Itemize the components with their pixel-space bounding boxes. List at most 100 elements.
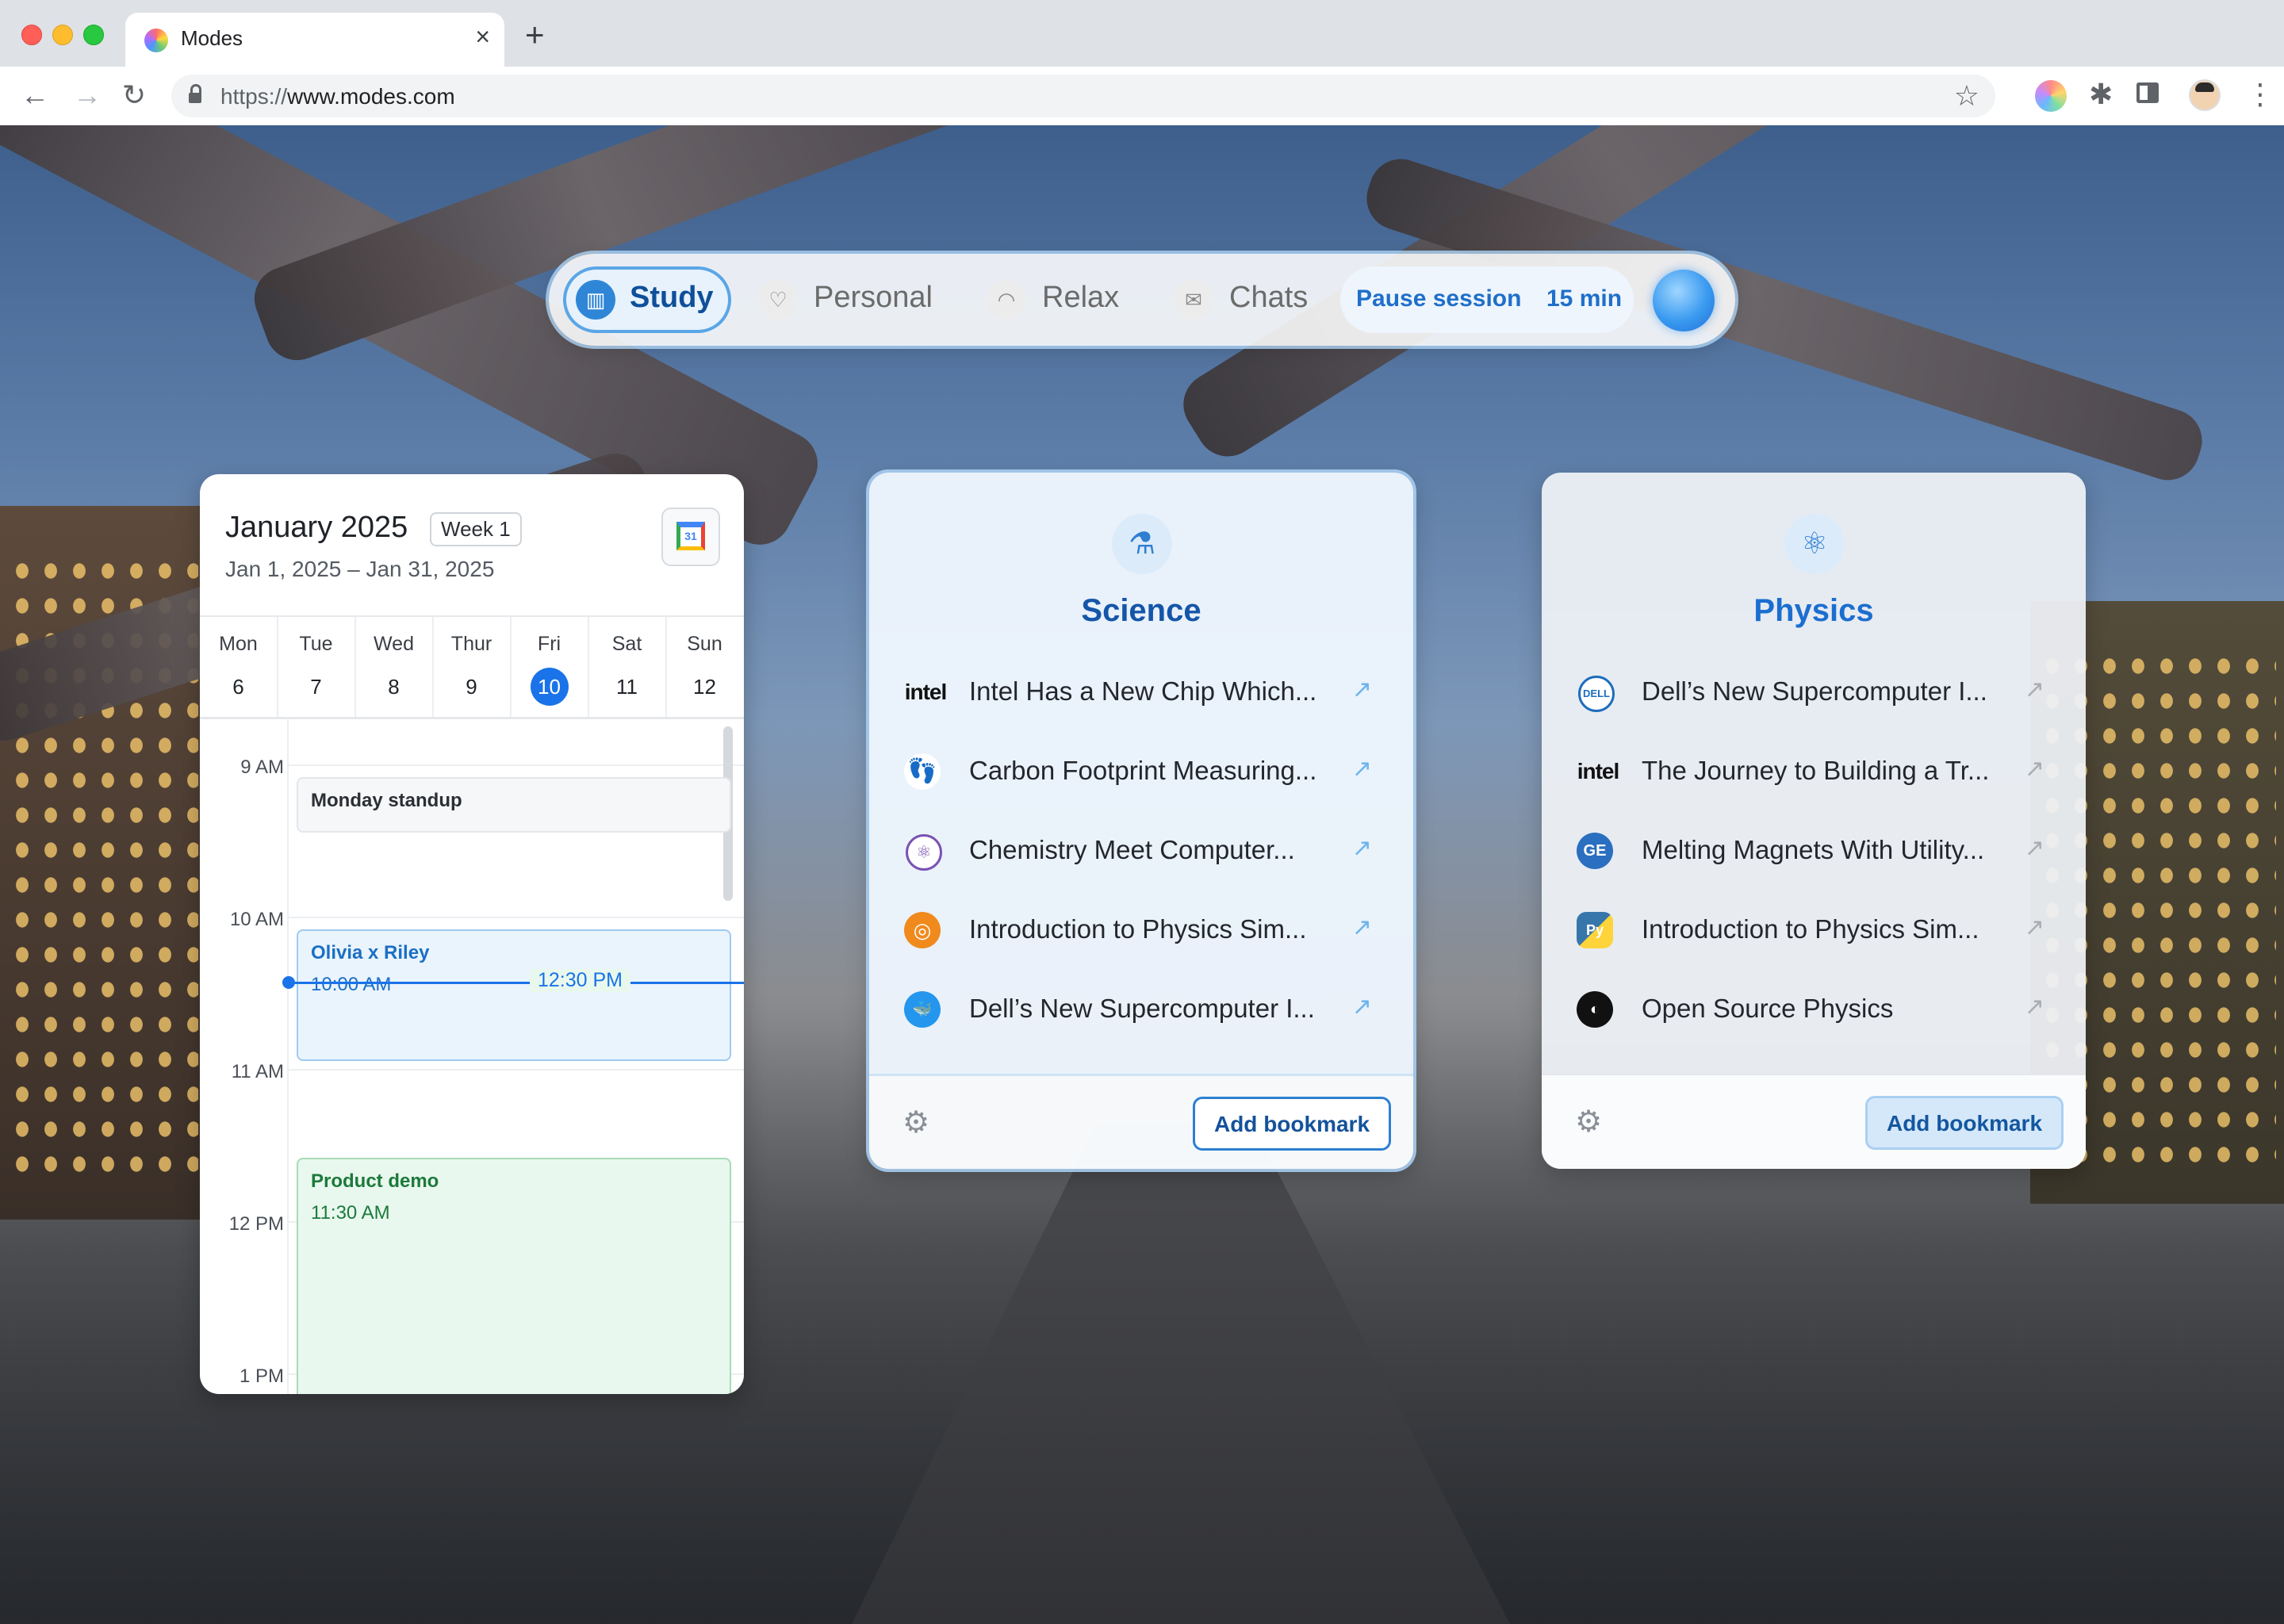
day-mon[interactable]: Mon 6	[200, 617, 278, 717]
gear-icon[interactable]: ⚙	[902, 1108, 929, 1138]
calendar-widget: January 2025 Week 1 Jan 1, 2025 – Jan 31…	[200, 474, 744, 1394]
open-link-arrow-icon[interactable]: ↗	[2025, 834, 2044, 862]
bookmark-item[interactable]: ◎ Introduction to Physics Sim... ↗	[869, 890, 1413, 969]
day-wed[interactable]: Wed 8	[355, 617, 434, 717]
open-link-arrow-icon[interactable]: ↗	[1352, 755, 1372, 783]
bookmark-item[interactable]: ⚛ Chemistry Meet Computer... ↗	[869, 810, 1413, 890]
close-window-button[interactable]	[21, 25, 42, 45]
dell-logo-icon: DELL	[1578, 676, 1615, 712]
bookmark-item[interactable]: intel Intel Has a New Chip Which... ↗	[869, 652, 1413, 731]
session-timer[interactable]: 15 min	[1546, 285, 1622, 312]
add-bookmark-button[interactable]: Add bookmark	[1865, 1096, 2064, 1150]
day-thur[interactable]: Thur 9	[433, 617, 512, 717]
google-calendar-button[interactable]: 31	[661, 508, 720, 566]
mode-tab-chats[interactable]: ✉ Chats	[1164, 266, 1331, 333]
mode-label: Chats	[1229, 281, 1309, 314]
event-olivia-x-riley[interactable]: Olivia x Riley 10:00 AM	[297, 929, 731, 1061]
calendar-month: January 2025	[225, 511, 408, 544]
hour-label: 9 AM	[240, 756, 284, 778]
intel-logo-icon: intel	[904, 680, 948, 704]
ge-logo-icon: GE	[1577, 833, 1613, 869]
gear-icon[interactable]: ⚙	[1575, 1107, 1602, 1137]
hour-label: 12 PM	[228, 1213, 284, 1235]
event-title: Product demo	[311, 1170, 439, 1192]
address-bar[interactable]: https://www.modes.com ☆	[171, 75, 1995, 117]
orange-logo-icon: ◎	[904, 912, 941, 948]
reload-button[interactable]: ↻	[122, 78, 146, 113]
atom-icon: ⚛	[1784, 514, 1845, 574]
bookmark-title: Carbon Footprint Measuring...	[969, 756, 1317, 785]
day-sat[interactable]: Sat 11	[588, 617, 667, 717]
back-button[interactable]: ←	[21, 78, 49, 113]
url-text[interactable]: https://www.modes.com	[220, 84, 455, 109]
bookmark-item[interactable]: Py Introduction to Physics Sim... ↗	[1542, 890, 2086, 969]
hour-label: 11 AM	[231, 1061, 284, 1082]
bookmark-item[interactable]: 🐳 Dell’s New Supercomputer I... ↗	[869, 969, 1413, 1048]
day-fri-today[interactable]: Fri 10	[511, 617, 589, 717]
modes-extension-icon[interactable]	[2035, 80, 2067, 112]
python-logo-icon: Py	[1577, 912, 1613, 948]
intel-logo-icon: intel	[1577, 759, 1620, 783]
extensions-puzzle-icon[interactable]: ✱	[2089, 78, 2113, 111]
bookmark-item[interactable]: GE Melting Magnets With Utility... ↗	[1542, 810, 2086, 890]
atom-logo-icon: ⚛	[906, 834, 942, 871]
bookmark-star-icon[interactable]: ☆	[1954, 79, 1979, 113]
event-monday-standup[interactable]: Monday standup	[297, 777, 731, 833]
heart-icon: ♡	[758, 280, 798, 320]
tab-close-icon[interactable]: ×	[475, 24, 490, 49]
open-link-arrow-icon[interactable]: ↗	[1352, 993, 1372, 1021]
open-link-arrow-icon[interactable]: ↗	[2025, 914, 2044, 941]
open-link-arrow-icon[interactable]: ↗	[2025, 755, 2044, 783]
bookmark-title: Chemistry Meet Computer...	[969, 835, 1295, 864]
minimize-window-button[interactable]	[52, 25, 73, 45]
day-timeline: 9 AM 10 AM 11 AM 12 PM 1 PM Monday stand…	[200, 717, 744, 1394]
mode-tab-relax[interactable]: ◠ Relax	[977, 266, 1136, 333]
modes-favicon-icon	[144, 29, 168, 52]
date-range: Jan 1, 2025 – Jan 31, 2025	[225, 557, 495, 581]
day-sun[interactable]: Sun 12	[666, 617, 743, 717]
hour-label: 1 PM	[239, 1365, 284, 1387]
bookmark-title: Open Source Physics	[1642, 994, 1894, 1023]
bookmark-item[interactable]: DELL Dell’s New Supercomputer I... ↗	[1542, 652, 2086, 731]
pause-session-button[interactable]: Pause session	[1356, 285, 1521, 312]
open-link-arrow-icon[interactable]: ↗	[1352, 914, 1372, 941]
mode-tab-study[interactable]: ▥ Study	[563, 266, 731, 333]
add-bookmark-button[interactable]: Add bookmark	[1193, 1097, 1391, 1151]
day-tue[interactable]: Tue 7	[278, 617, 356, 717]
group-title: Science	[1081, 593, 1201, 628]
mail-icon: ✉	[1174, 280, 1213, 320]
headphones-icon: ◠	[987, 280, 1026, 320]
event-title: Olivia x Riley	[311, 942, 430, 963]
forward-button[interactable]: →	[73, 78, 102, 113]
maximize-window-button[interactable]	[83, 25, 104, 45]
side-panel-icon[interactable]	[2136, 82, 2159, 103]
browser-tab-modes[interactable]: Modes ×	[125, 13, 504, 67]
bookmark-item[interactable]: intel The Journey to Building a Tr... ↗	[1542, 731, 2086, 810]
footprint-logo-icon: 👣	[904, 753, 941, 790]
bookmark-footer: ⚙ Add bookmark	[869, 1074, 1413, 1169]
week-day-strip: Mon 6 Tue 7 Wed 8 Thur 9 Fri 10 Sat 11 Sun 12	[200, 615, 744, 719]
open-link-arrow-icon[interactable]: ↗	[1352, 676, 1372, 703]
current-time-line	[289, 982, 744, 984]
week-badge: Week 1	[430, 512, 522, 546]
focus-orb-button[interactable]	[1653, 270, 1715, 331]
bookmark-title: Introduction to Physics Sim...	[1642, 914, 1979, 944]
bridge-walkway	[825, 1124, 1539, 1624]
event-time: 11:30 AM	[311, 1202, 390, 1224]
mode-tab-personal[interactable]: ♡ Personal	[749, 266, 955, 333]
new-tab-button[interactable]: +	[525, 18, 545, 52]
event-product-demo[interactable]: Product demo 11:30 AM	[297, 1158, 731, 1394]
current-time-dot	[282, 976, 295, 989]
bookmark-item[interactable]: 👣 Carbon Footprint Measuring... ↗	[869, 731, 1413, 810]
hour-label: 10 AM	[229, 909, 284, 930]
open-link-arrow-icon[interactable]: ↗	[2025, 676, 2044, 703]
mode-label: Study	[630, 281, 714, 314]
browser-menu-icon[interactable]: ⋮	[2246, 78, 2274, 111]
event-time: 10:00 AM	[311, 974, 392, 995]
bookmark-item[interactable]: ◐ Open Source Physics ↗	[1542, 969, 2086, 1048]
open-link-arrow-icon[interactable]: ↗	[2025, 993, 2044, 1021]
bookmark-footer: ⚙ Add bookmark	[1542, 1074, 2086, 1169]
current-time-label: 12:30 PM	[530, 969, 631, 992]
open-link-arrow-icon[interactable]: ↗	[1352, 834, 1372, 862]
profile-avatar[interactable]	[2189, 79, 2221, 111]
